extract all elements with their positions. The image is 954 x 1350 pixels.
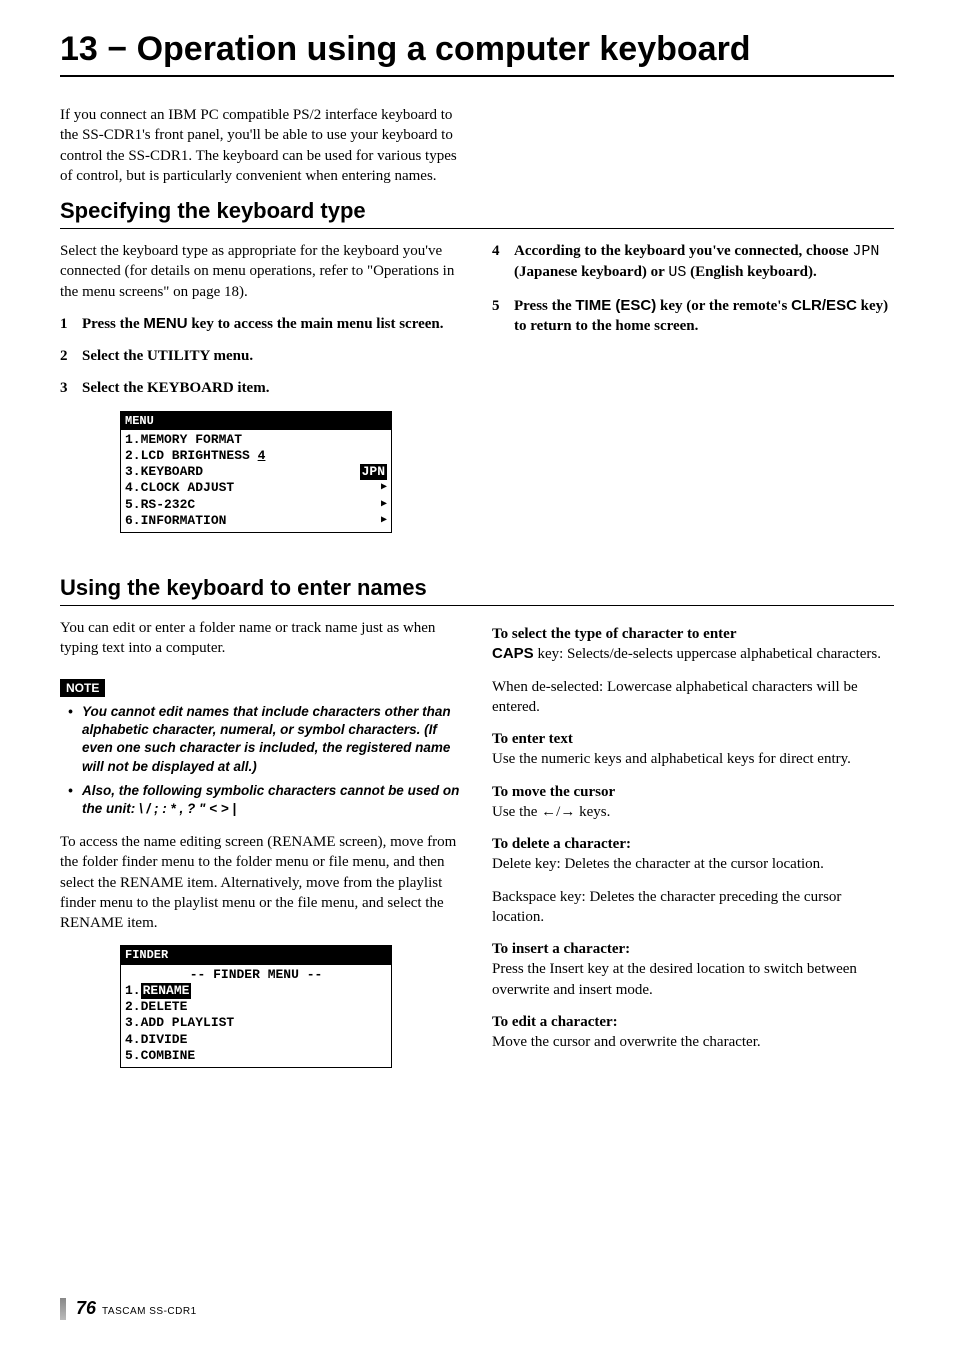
section-heading-keyboard-type: Specifying the keyboard type bbox=[60, 198, 894, 224]
intro-paragraph: If you connect an IBM PC compatible PS/2… bbox=[60, 105, 460, 186]
subhead-insert-char: To insert a character: bbox=[492, 939, 894, 959]
backspace-key-desc: Backspace key: Deletes the character pre… bbox=[492, 887, 894, 928]
us-option: US bbox=[668, 264, 686, 281]
subhead-delete-char: To delete a character: bbox=[492, 834, 894, 854]
lcd-r3-value: JPN bbox=[360, 464, 387, 480]
step-3: 3 Select the KEYBOARD item. bbox=[60, 378, 462, 398]
section-heading-enter-names: Using the keyboard to enter names bbox=[60, 575, 894, 601]
step-2: 2 Select the UTILITY menu. bbox=[60, 346, 462, 366]
step-text: Select the KEYBOARD item. bbox=[82, 378, 462, 398]
step-number: 5 bbox=[492, 296, 514, 337]
lcd-title: MENU bbox=[121, 412, 391, 430]
s4-post: (English keyboard). bbox=[686, 264, 816, 280]
step-1: 1 Press the MENU key to access the main … bbox=[60, 314, 462, 334]
step-text: Select the UTILITY menu. bbox=[82, 346, 462, 366]
section-b-left-col: You can edit or enter a folder name or t… bbox=[60, 618, 462, 1086]
enter-text-desc: Use the numeric keys and alphabetical ke… bbox=[492, 749, 894, 769]
step-4: 4 According to the keyboard you've conne… bbox=[492, 241, 894, 284]
left-arrow-icon: ← bbox=[541, 803, 556, 820]
lcd-row: 2.LCD BRIGHTNESS 4 bbox=[125, 448, 387, 464]
lcd-r6-label: 6.INFORMATION bbox=[125, 513, 226, 529]
note-list: You cannot edit names that include chara… bbox=[60, 703, 462, 818]
p4a: Use the bbox=[492, 804, 541, 820]
s4-pre: According to the keyboard you've connect… bbox=[514, 243, 852, 259]
subhead-move-cursor: To move the cursor bbox=[492, 782, 894, 802]
lcd-row: 5.RS-232C ▶ bbox=[125, 497, 387, 513]
lcd-row: 4.DIVIDE bbox=[125, 1032, 387, 1048]
lcd-row: 3.ADD PLAYLIST bbox=[125, 1015, 387, 1031]
triangle-right-icon: ▶ bbox=[381, 515, 387, 528]
right-arrow-icon: → bbox=[560, 803, 575, 820]
title-rule bbox=[60, 75, 894, 77]
jpn-option: JPN bbox=[852, 243, 879, 260]
lcd-row-selected: 3.KEYBOARD JPN bbox=[125, 464, 387, 480]
delete-key-desc: Delete key: Deletes the character at the… bbox=[492, 854, 894, 874]
step1-post: key to access the main menu list screen. bbox=[188, 316, 444, 332]
caps-key-text: key: Selects/de-selects uppercase alphab… bbox=[534, 646, 881, 662]
lcd-r5-label: 5.RS-232C bbox=[125, 497, 195, 513]
page-number: 76 bbox=[76, 1298, 96, 1319]
lcd-row: 2.DELETE bbox=[125, 999, 387, 1015]
deselected-desc: When de-selected: Lowercase alphabetical… bbox=[492, 677, 894, 718]
menu-key-label: MENU bbox=[143, 315, 187, 332]
footer-bar-icon bbox=[60, 1298, 66, 1320]
p4b: keys. bbox=[575, 804, 610, 820]
section-a-columns: Select the keyboard type as appropriate … bbox=[60, 241, 894, 551]
step1-pre: Press the bbox=[82, 316, 143, 332]
section-a-intro: Select the keyboard type as appropriate … bbox=[60, 241, 462, 302]
lcd-row: 4.CLOCK ADJUST ▶ bbox=[125, 480, 387, 496]
time-esc-key: TIME (ESC) bbox=[575, 297, 656, 314]
step-number: 4 bbox=[492, 241, 514, 284]
insert-key-desc: Press the Insert key at the desired loca… bbox=[492, 959, 894, 1000]
page-footer: 76 TASCAM SS-CDR1 bbox=[60, 1298, 197, 1320]
subhead-edit-char: To edit a character: bbox=[492, 1012, 894, 1032]
section-a-left-col: Select the keyboard type as appropriate … bbox=[60, 241, 462, 551]
step-text: Press the TIME (ESC) key (or the remote'… bbox=[514, 296, 894, 337]
step-text: According to the keyboard you've connect… bbox=[514, 241, 894, 284]
note-item: Also, the following symbolic characters … bbox=[82, 782, 462, 818]
note-item: You cannot edit names that include chara… bbox=[82, 703, 462, 776]
lcd-menu-screenshot: MENU 1.MEMORY FORMAT 2.LCD BRIGHTNESS 4 … bbox=[120, 411, 392, 534]
section-a-right-col: 4 According to the keyboard you've conne… bbox=[492, 241, 894, 551]
lcd-title: FINDER bbox=[121, 946, 391, 964]
secb-p1: You can edit or enter a folder name or t… bbox=[60, 618, 462, 659]
lcd-row-selected: 1.RENAME bbox=[125, 983, 387, 999]
edit-char-desc: Move the cursor and overwrite the charac… bbox=[492, 1032, 894, 1052]
lcd-r4-label: 4.CLOCK ADJUST bbox=[125, 480, 234, 496]
lcd2-r1a: 1. bbox=[125, 983, 141, 999]
section-rule bbox=[60, 605, 894, 606]
triangle-right-icon: ▶ bbox=[381, 482, 387, 495]
step-5: 5 Press the TIME (ESC) key (or the remot… bbox=[492, 296, 894, 337]
section-b-right-col: To select the type of character to enter… bbox=[492, 618, 894, 1086]
lcd-r2-label: 2.LCD BRIGHTNESS bbox=[125, 448, 258, 464]
note-badge: NOTE bbox=[60, 679, 105, 697]
lcd2-r1b: RENAME bbox=[141, 983, 192, 999]
s5-pre: Press the bbox=[514, 298, 575, 314]
lcd-row: 5.COMBINE bbox=[125, 1048, 387, 1064]
subhead-select-char-type: To select the type of character to enter bbox=[492, 624, 894, 644]
move-cursor-desc: Use the ←/→ keys. bbox=[492, 802, 894, 822]
step-number: 3 bbox=[60, 378, 82, 398]
triangle-right-icon: ▶ bbox=[381, 499, 387, 512]
lcd-r2-value: 4 bbox=[258, 448, 266, 464]
secb-p2: To access the name editing screen (RENAM… bbox=[60, 832, 462, 933]
subhead-enter-text: To enter text bbox=[492, 729, 894, 749]
s4-mid: (Japanese keyboard) or bbox=[514, 264, 668, 280]
lcd-row: 1.MEMORY FORMAT bbox=[125, 432, 387, 448]
lcd-row: 6.INFORMATION ▶ bbox=[125, 513, 387, 529]
lcd-finder-screenshot: FINDER -- FINDER MENU -- 1.RENAME 2.DELE… bbox=[120, 945, 392, 1068]
step-number: 1 bbox=[60, 314, 82, 334]
caps-key-desc: CAPS key: Selects/de-selects uppercase a… bbox=[492, 644, 894, 664]
caps-key-label: CAPS bbox=[492, 645, 534, 662]
section-rule bbox=[60, 228, 894, 229]
clr-esc-key: CLR/ESC bbox=[791, 297, 857, 314]
step-number: 2 bbox=[60, 346, 82, 366]
page-title: 13 − Operation using a computer keyboard bbox=[60, 30, 894, 69]
step-text: Press the MENU key to access the main me… bbox=[82, 314, 462, 334]
lcd-r3-label: 3.KEYBOARD bbox=[125, 464, 203, 480]
product-name: TASCAM SS-CDR1 bbox=[102, 1306, 197, 1317]
s5-mid: key (or the remote's bbox=[656, 298, 791, 314]
lcd-finder-header: -- FINDER MENU -- bbox=[125, 967, 387, 983]
section-b-columns: You can edit or enter a folder name or t… bbox=[60, 618, 894, 1086]
